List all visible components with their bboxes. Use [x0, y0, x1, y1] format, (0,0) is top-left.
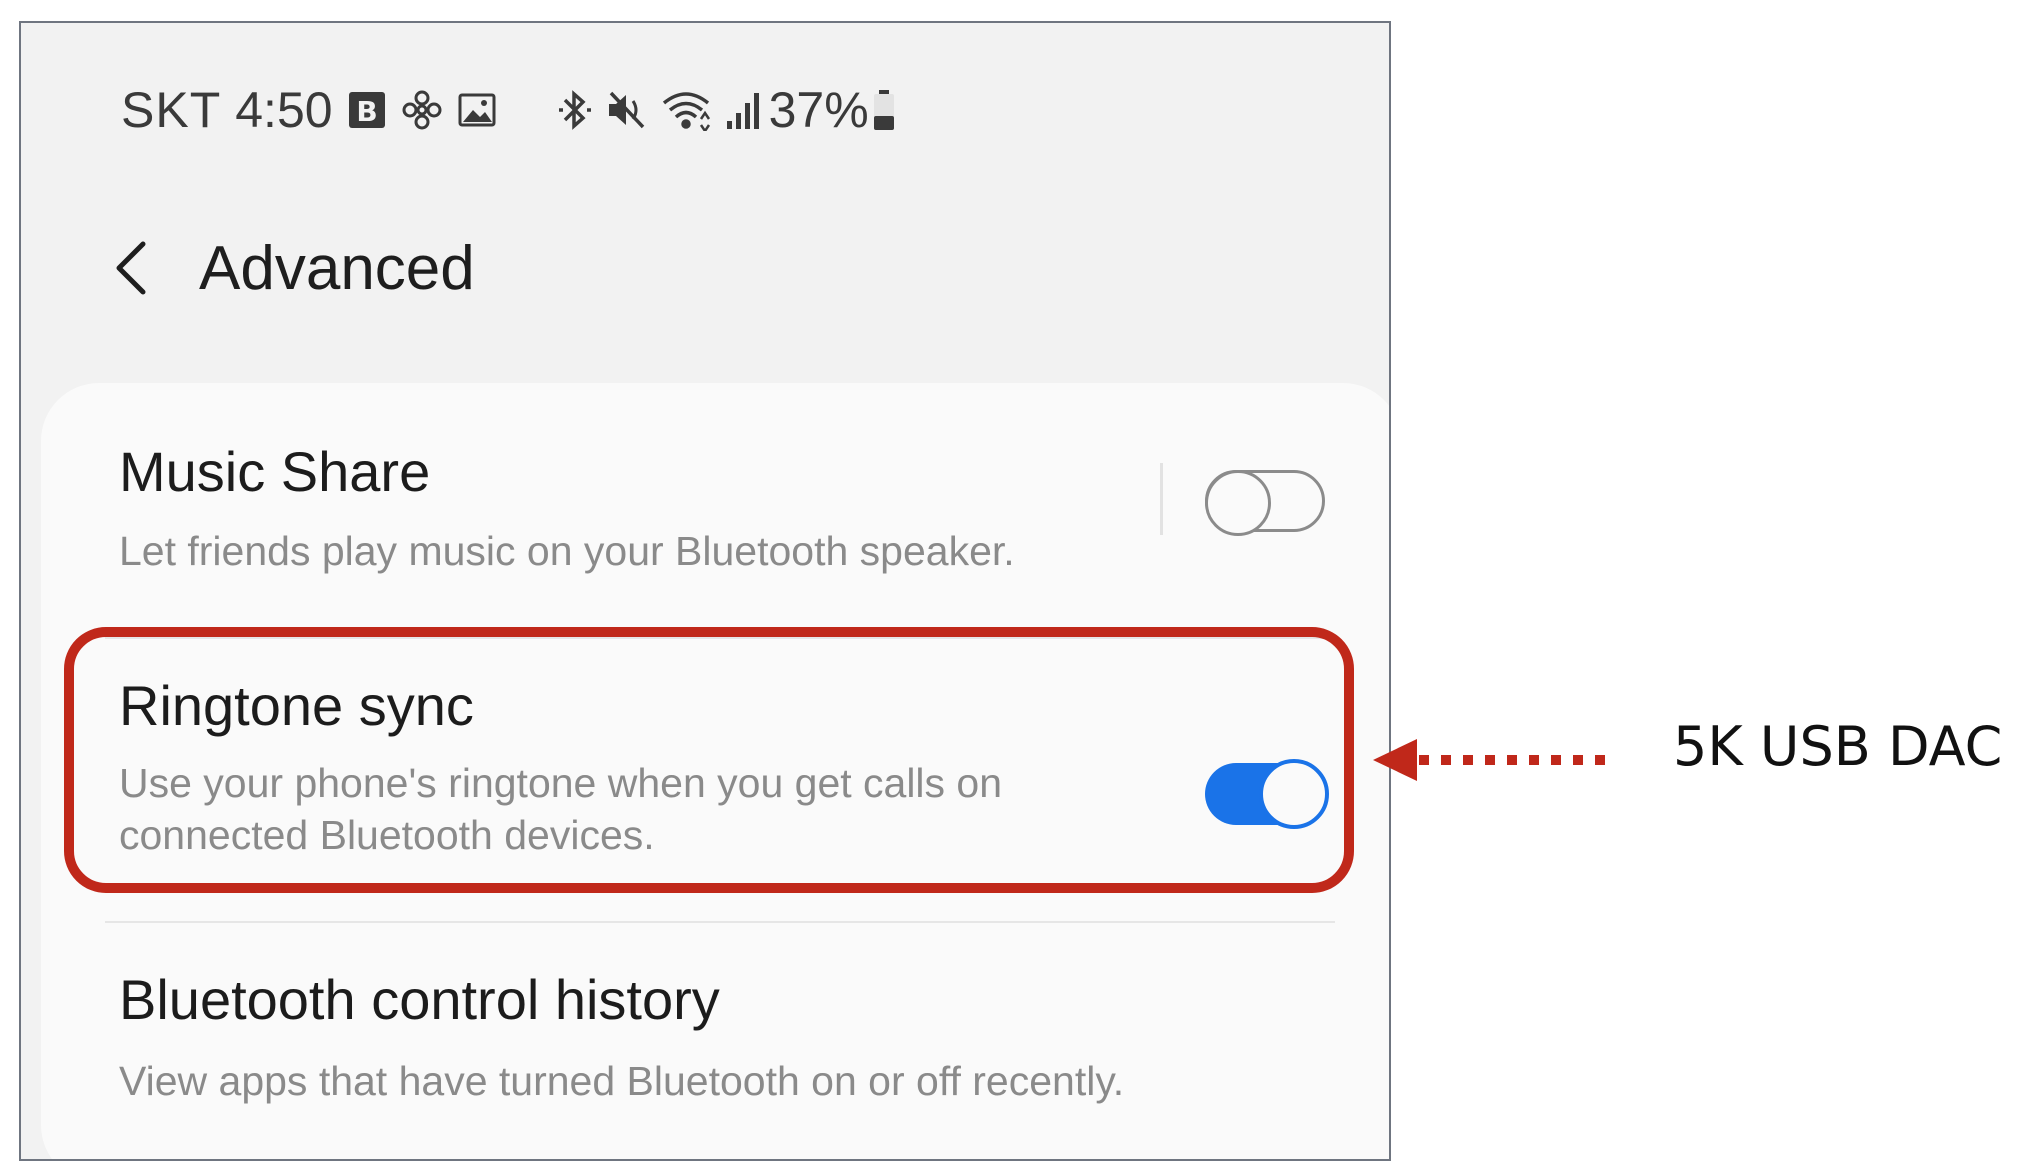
setting-title: Bluetooth control history: [119, 968, 720, 1031]
status-bar: SKT 4:50 B 37%: [121, 75, 897, 145]
battery-icon: [871, 88, 897, 132]
highlight-box: [64, 627, 1354, 893]
music-share-row[interactable]: Music Share Let friends play music on yo…: [41, 383, 1389, 613]
carrier-label: SKT: [121, 82, 222, 138]
app-header: Advanced: [101, 213, 475, 323]
flower-icon: [401, 89, 443, 131]
dotted-arrow-icon: [1373, 739, 1607, 781]
bluetooth-control-history-row[interactable]: Bluetooth control history View apps that…: [41, 923, 1389, 1159]
music-share-toggle[interactable]: [1205, 470, 1325, 536]
toggle-knob: [1205, 470, 1271, 536]
mute-icon: [607, 89, 647, 131]
wifi-icon: [661, 89, 711, 131]
switch-divider: [1160, 463, 1163, 535]
svg-text:B: B: [356, 95, 377, 128]
page-title: Advanced: [199, 233, 475, 303]
b-badge-icon: B: [347, 90, 387, 130]
image-icon: [457, 90, 497, 130]
battery-percent: 37%: [768, 82, 869, 138]
status-time: 4:50: [235, 82, 333, 138]
phone-screenshot: SKT 4:50 B 37% Advanced Music Share Let …: [19, 21, 1391, 1161]
setting-description: Let friends play music on your Bluetooth…: [119, 528, 1015, 574]
bluetooth-icon: [557, 88, 593, 132]
annotation-label: 5K USB DAC: [1673, 715, 2003, 778]
signal-icon: [725, 89, 761, 131]
setting-title: Music Share: [119, 440, 431, 503]
chevron-left-icon[interactable]: [101, 228, 161, 308]
setting-description: View apps that have turned Bluetooth on …: [119, 1058, 1125, 1104]
